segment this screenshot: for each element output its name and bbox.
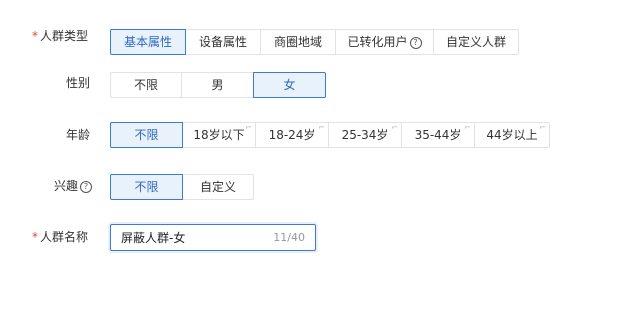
option-label: 不限 bbox=[134, 180, 159, 194]
required-asterisk: * bbox=[32, 230, 38, 244]
crowd-type-label: 人群类型 bbox=[40, 29, 89, 43]
option-label: 18-24岁 bbox=[268, 128, 316, 142]
option-label: 44岁以上 bbox=[486, 128, 538, 142]
option-label: 已转化用户 bbox=[347, 35, 408, 49]
option-label: 35-44岁 bbox=[414, 128, 462, 142]
crowd-name-input[interactable]: 屏蔽人群-女 11/40 bbox=[110, 224, 316, 251]
corner-tick-icon: ⌐ bbox=[318, 123, 325, 132]
corner-tick-icon: ⌐ bbox=[464, 123, 471, 132]
age-option-under-18[interactable]: 18岁以下 ⌐ bbox=[182, 122, 256, 148]
crowd-type-option-converted-users[interactable]: 已转化用户? bbox=[335, 29, 434, 55]
interest-label: 兴趣? bbox=[54, 178, 93, 194]
crowd-name-label: 人群名称 bbox=[40, 230, 89, 244]
interest-option-any[interactable]: 不限 bbox=[110, 174, 183, 200]
option-label: 25-34岁 bbox=[341, 128, 389, 142]
age-option-over-44[interactable]: 44岁以上 ⌐ bbox=[474, 122, 550, 148]
character-counter: 11/40 bbox=[273, 231, 305, 244]
corner-tick-icon: ⌐ bbox=[391, 123, 398, 132]
option-label: 商圈地域 bbox=[273, 35, 322, 49]
option-label: 自定义 bbox=[199, 180, 236, 194]
option-label: 自定义人群 bbox=[445, 35, 506, 49]
crowd-type-option-custom[interactable]: 自定义人群 bbox=[433, 29, 519, 55]
age-label: 年龄 bbox=[66, 128, 91, 142]
crowd-type-option-basic[interactable]: 基本属性 bbox=[110, 29, 186, 55]
help-circle-icon[interactable]: ? bbox=[409, 37, 422, 49]
option-label: 基本属性 bbox=[123, 35, 172, 49]
option-label: 女 bbox=[283, 78, 296, 92]
crowd-type-option-business-area[interactable]: 商圈地域 bbox=[260, 29, 336, 55]
corner-tick-icon: ⌐ bbox=[245, 123, 252, 132]
required-asterisk: * bbox=[32, 29, 38, 43]
help-circle-icon[interactable]: ? bbox=[80, 181, 93, 193]
age-option-18-24[interactable]: 18-24岁 ⌐ bbox=[255, 122, 329, 148]
corner-tick-icon: ⌐ bbox=[539, 123, 546, 132]
option-label: 男 bbox=[211, 78, 224, 92]
crowd-name-value[interactable]: 屏蔽人群-女 bbox=[121, 230, 185, 246]
gender-selector: 不限 男 女 bbox=[110, 72, 326, 98]
age-option-any[interactable]: 不限 bbox=[110, 122, 183, 148]
age-option-25-34[interactable]: 25-34岁 ⌐ bbox=[328, 122, 402, 148]
crowd-type-selector: 基本属性 设备属性 商圈地域 已转化用户? 自定义人群 bbox=[110, 29, 519, 55]
gender-option-female[interactable]: 女 bbox=[253, 72, 326, 98]
crowd-settings-form: * 人群类型 基本属性 设备属性 商圈地域 已转化用户? 自定义人群 性别 不限… bbox=[0, 0, 640, 331]
interest-option-custom[interactable]: 自定义 bbox=[182, 174, 254, 200]
option-label: 18岁以下 bbox=[193, 128, 245, 142]
option-label: 不限 bbox=[133, 78, 158, 92]
gender-option-male[interactable]: 男 bbox=[181, 72, 254, 98]
option-label: 设备属性 bbox=[198, 35, 247, 49]
gender-option-any[interactable]: 不限 bbox=[110, 72, 182, 98]
crowd-type-option-device[interactable]: 设备属性 bbox=[185, 29, 261, 55]
option-label: 不限 bbox=[134, 128, 159, 142]
age-selector: 不限 18岁以下 ⌐ 18-24岁 ⌐ 25-34岁 ⌐ 35-44岁 ⌐ 44岁以上 ⌐ bbox=[110, 122, 550, 148]
interest-label-text: 兴趣 bbox=[54, 179, 79, 193]
gender-label: 性别 bbox=[66, 76, 91, 90]
age-option-35-44[interactable]: 35-44岁 ⌐ bbox=[401, 122, 475, 148]
interest-selector: 不限 自定义 bbox=[110, 174, 254, 200]
